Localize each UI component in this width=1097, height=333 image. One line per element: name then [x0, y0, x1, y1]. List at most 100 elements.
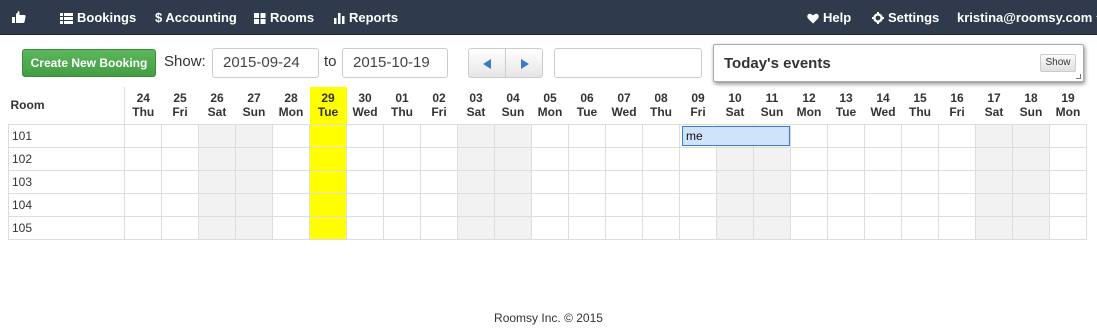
- day-cell[interactable]: [679, 169, 717, 194]
- day-cell[interactable]: [1049, 192, 1087, 217]
- day-cell[interactable]: [642, 215, 680, 240]
- booking-bar[interactable]: me: [682, 125, 790, 146]
- day-cell[interactable]: [975, 146, 1013, 171]
- nav-rooms[interactable]: Rooms: [254, 0, 314, 35]
- day-cell[interactable]: [235, 169, 273, 194]
- day-cell[interactable]: me: [679, 123, 790, 148]
- day-cell[interactable]: [975, 123, 1013, 148]
- day-cell[interactable]: [864, 192, 902, 217]
- nav-settings[interactable]: Settings: [872, 0, 939, 35]
- day-cell[interactable]: [346, 192, 384, 217]
- day-cell[interactable]: [1049, 169, 1087, 194]
- day-cell[interactable]: [494, 146, 532, 171]
- day-cell[interactable]: [679, 215, 717, 240]
- day-cell[interactable]: [753, 215, 791, 240]
- day-cell[interactable]: [235, 123, 273, 148]
- day-cell[interactable]: [790, 192, 828, 217]
- day-cell[interactable]: [346, 215, 384, 240]
- day-cell[interactable]: [568, 215, 606, 240]
- day-cell[interactable]: [716, 169, 754, 194]
- day-cell[interactable]: [790, 169, 828, 194]
- day-cell[interactable]: [642, 169, 680, 194]
- day-cell[interactable]: [1012, 146, 1050, 171]
- date-from-input[interactable]: 2015-09-24: [212, 48, 319, 78]
- day-cell[interactable]: [864, 146, 902, 171]
- day-cell[interactable]: [1012, 169, 1050, 194]
- day-cell[interactable]: [827, 146, 865, 171]
- day-cell[interactable]: [161, 146, 199, 171]
- day-cell[interactable]: [938, 123, 976, 148]
- day-cell[interactable]: [494, 169, 532, 194]
- day-cell[interactable]: [531, 215, 569, 240]
- day-cell[interactable]: [346, 169, 384, 194]
- brand-logo[interactable]: [11, 0, 31, 35]
- day-cell[interactable]: [605, 169, 643, 194]
- day-cell[interactable]: [568, 123, 606, 148]
- date-to-input[interactable]: 2015-10-19: [342, 48, 448, 78]
- previous-period-button[interactable]: [468, 48, 506, 78]
- day-cell[interactable]: [124, 146, 162, 171]
- day-cell[interactable]: [605, 123, 643, 148]
- day-cell[interactable]: [457, 215, 495, 240]
- day-cell[interactable]: [679, 146, 717, 171]
- day-cell[interactable]: [161, 123, 199, 148]
- day-cell[interactable]: [457, 123, 495, 148]
- day-cell[interactable]: [864, 215, 902, 240]
- day-cell[interactable]: [124, 192, 162, 217]
- day-cell[interactable]: [938, 146, 976, 171]
- day-cell[interactable]: [420, 215, 458, 240]
- day-cell[interactable]: [124, 215, 162, 240]
- next-period-button[interactable]: [505, 48, 543, 78]
- day-cell[interactable]: [568, 192, 606, 217]
- day-cell[interactable]: [790, 123, 828, 148]
- day-cell[interactable]: [124, 123, 162, 148]
- day-cell[interactable]: [346, 146, 384, 171]
- day-cell[interactable]: [198, 192, 236, 217]
- day-cell[interactable]: [531, 123, 569, 148]
- nav-accounting[interactable]: $ Accounting: [155, 0, 237, 35]
- day-cell[interactable]: [679, 192, 717, 217]
- day-cell[interactable]: [938, 215, 976, 240]
- day-cell[interactable]: [1012, 123, 1050, 148]
- day-cell[interactable]: [420, 123, 458, 148]
- nav-help[interactable]: Help: [807, 0, 851, 35]
- day-cell[interactable]: [531, 169, 569, 194]
- day-cell[interactable]: [161, 215, 199, 240]
- day-cell[interactable]: [753, 146, 791, 171]
- day-cell[interactable]: [753, 192, 791, 217]
- day-cell[interactable]: [235, 192, 273, 217]
- search-input[interactable]: [554, 48, 702, 78]
- day-cell[interactable]: [494, 192, 532, 217]
- day-cell[interactable]: [975, 215, 1013, 240]
- day-cell[interactable]: [309, 192, 347, 217]
- day-cell[interactable]: [605, 192, 643, 217]
- day-cell[interactable]: [568, 146, 606, 171]
- day-cell[interactable]: [975, 169, 1013, 194]
- day-cell[interactable]: [457, 192, 495, 217]
- day-cell[interactable]: [346, 123, 384, 148]
- day-cell[interactable]: [198, 169, 236, 194]
- day-cell[interactable]: [827, 123, 865, 148]
- day-cell[interactable]: [864, 123, 902, 148]
- day-cell[interactable]: [383, 169, 421, 194]
- day-cell[interactable]: [161, 169, 199, 194]
- day-cell[interactable]: [827, 169, 865, 194]
- day-cell[interactable]: [309, 169, 347, 194]
- day-cell[interactable]: [1049, 123, 1087, 148]
- day-cell[interactable]: [420, 169, 458, 194]
- day-cell[interactable]: [938, 192, 976, 217]
- day-cell[interactable]: [272, 192, 310, 217]
- day-cell[interactable]: [309, 146, 347, 171]
- day-cell[interactable]: [938, 169, 976, 194]
- day-cell[interactable]: [642, 146, 680, 171]
- day-cell[interactable]: [642, 192, 680, 217]
- day-cell[interactable]: [864, 169, 902, 194]
- day-cell[interactable]: [901, 169, 939, 194]
- nav-bookings[interactable]: Bookings: [60, 0, 136, 35]
- day-cell[interactable]: [494, 123, 532, 148]
- day-cell[interactable]: [272, 169, 310, 194]
- day-cell[interactable]: [161, 192, 199, 217]
- day-cell[interactable]: [198, 146, 236, 171]
- events-show-button[interactable]: Show: [1040, 54, 1076, 72]
- day-cell[interactable]: [790, 146, 828, 171]
